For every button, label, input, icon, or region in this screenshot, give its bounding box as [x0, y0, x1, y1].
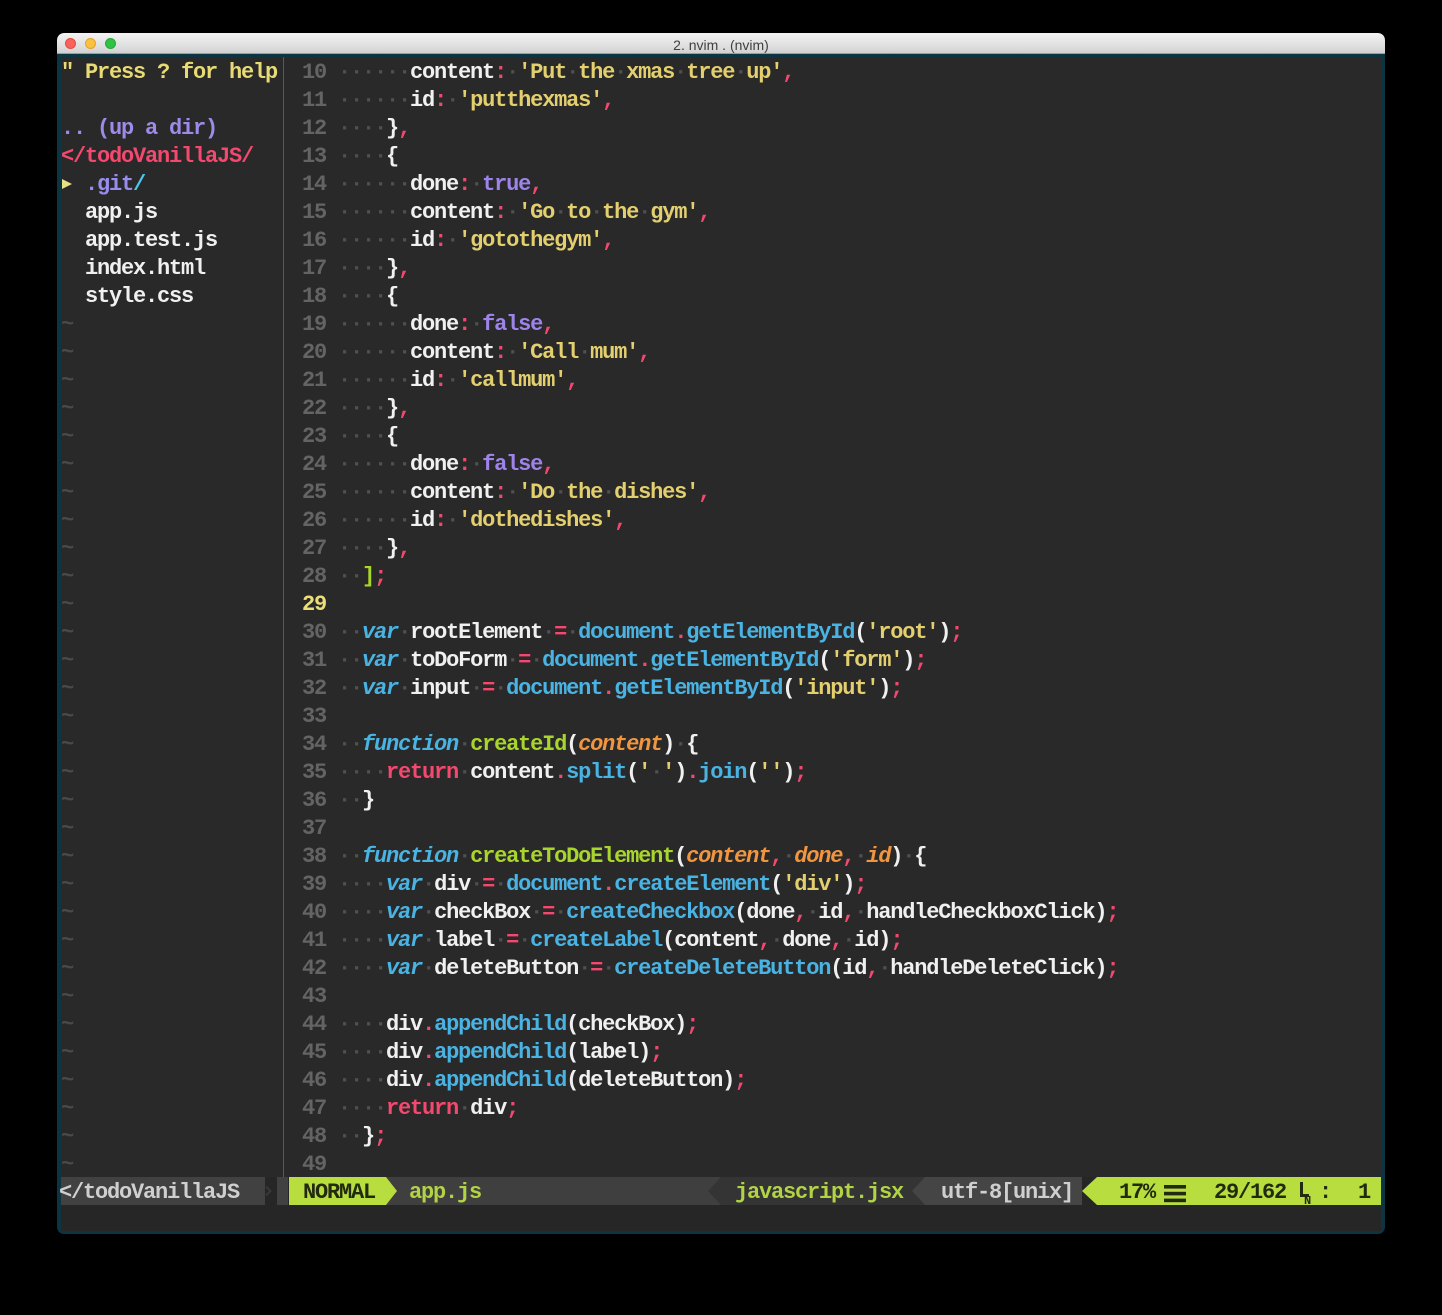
svg-text:N: N — [1304, 1194, 1311, 1205]
